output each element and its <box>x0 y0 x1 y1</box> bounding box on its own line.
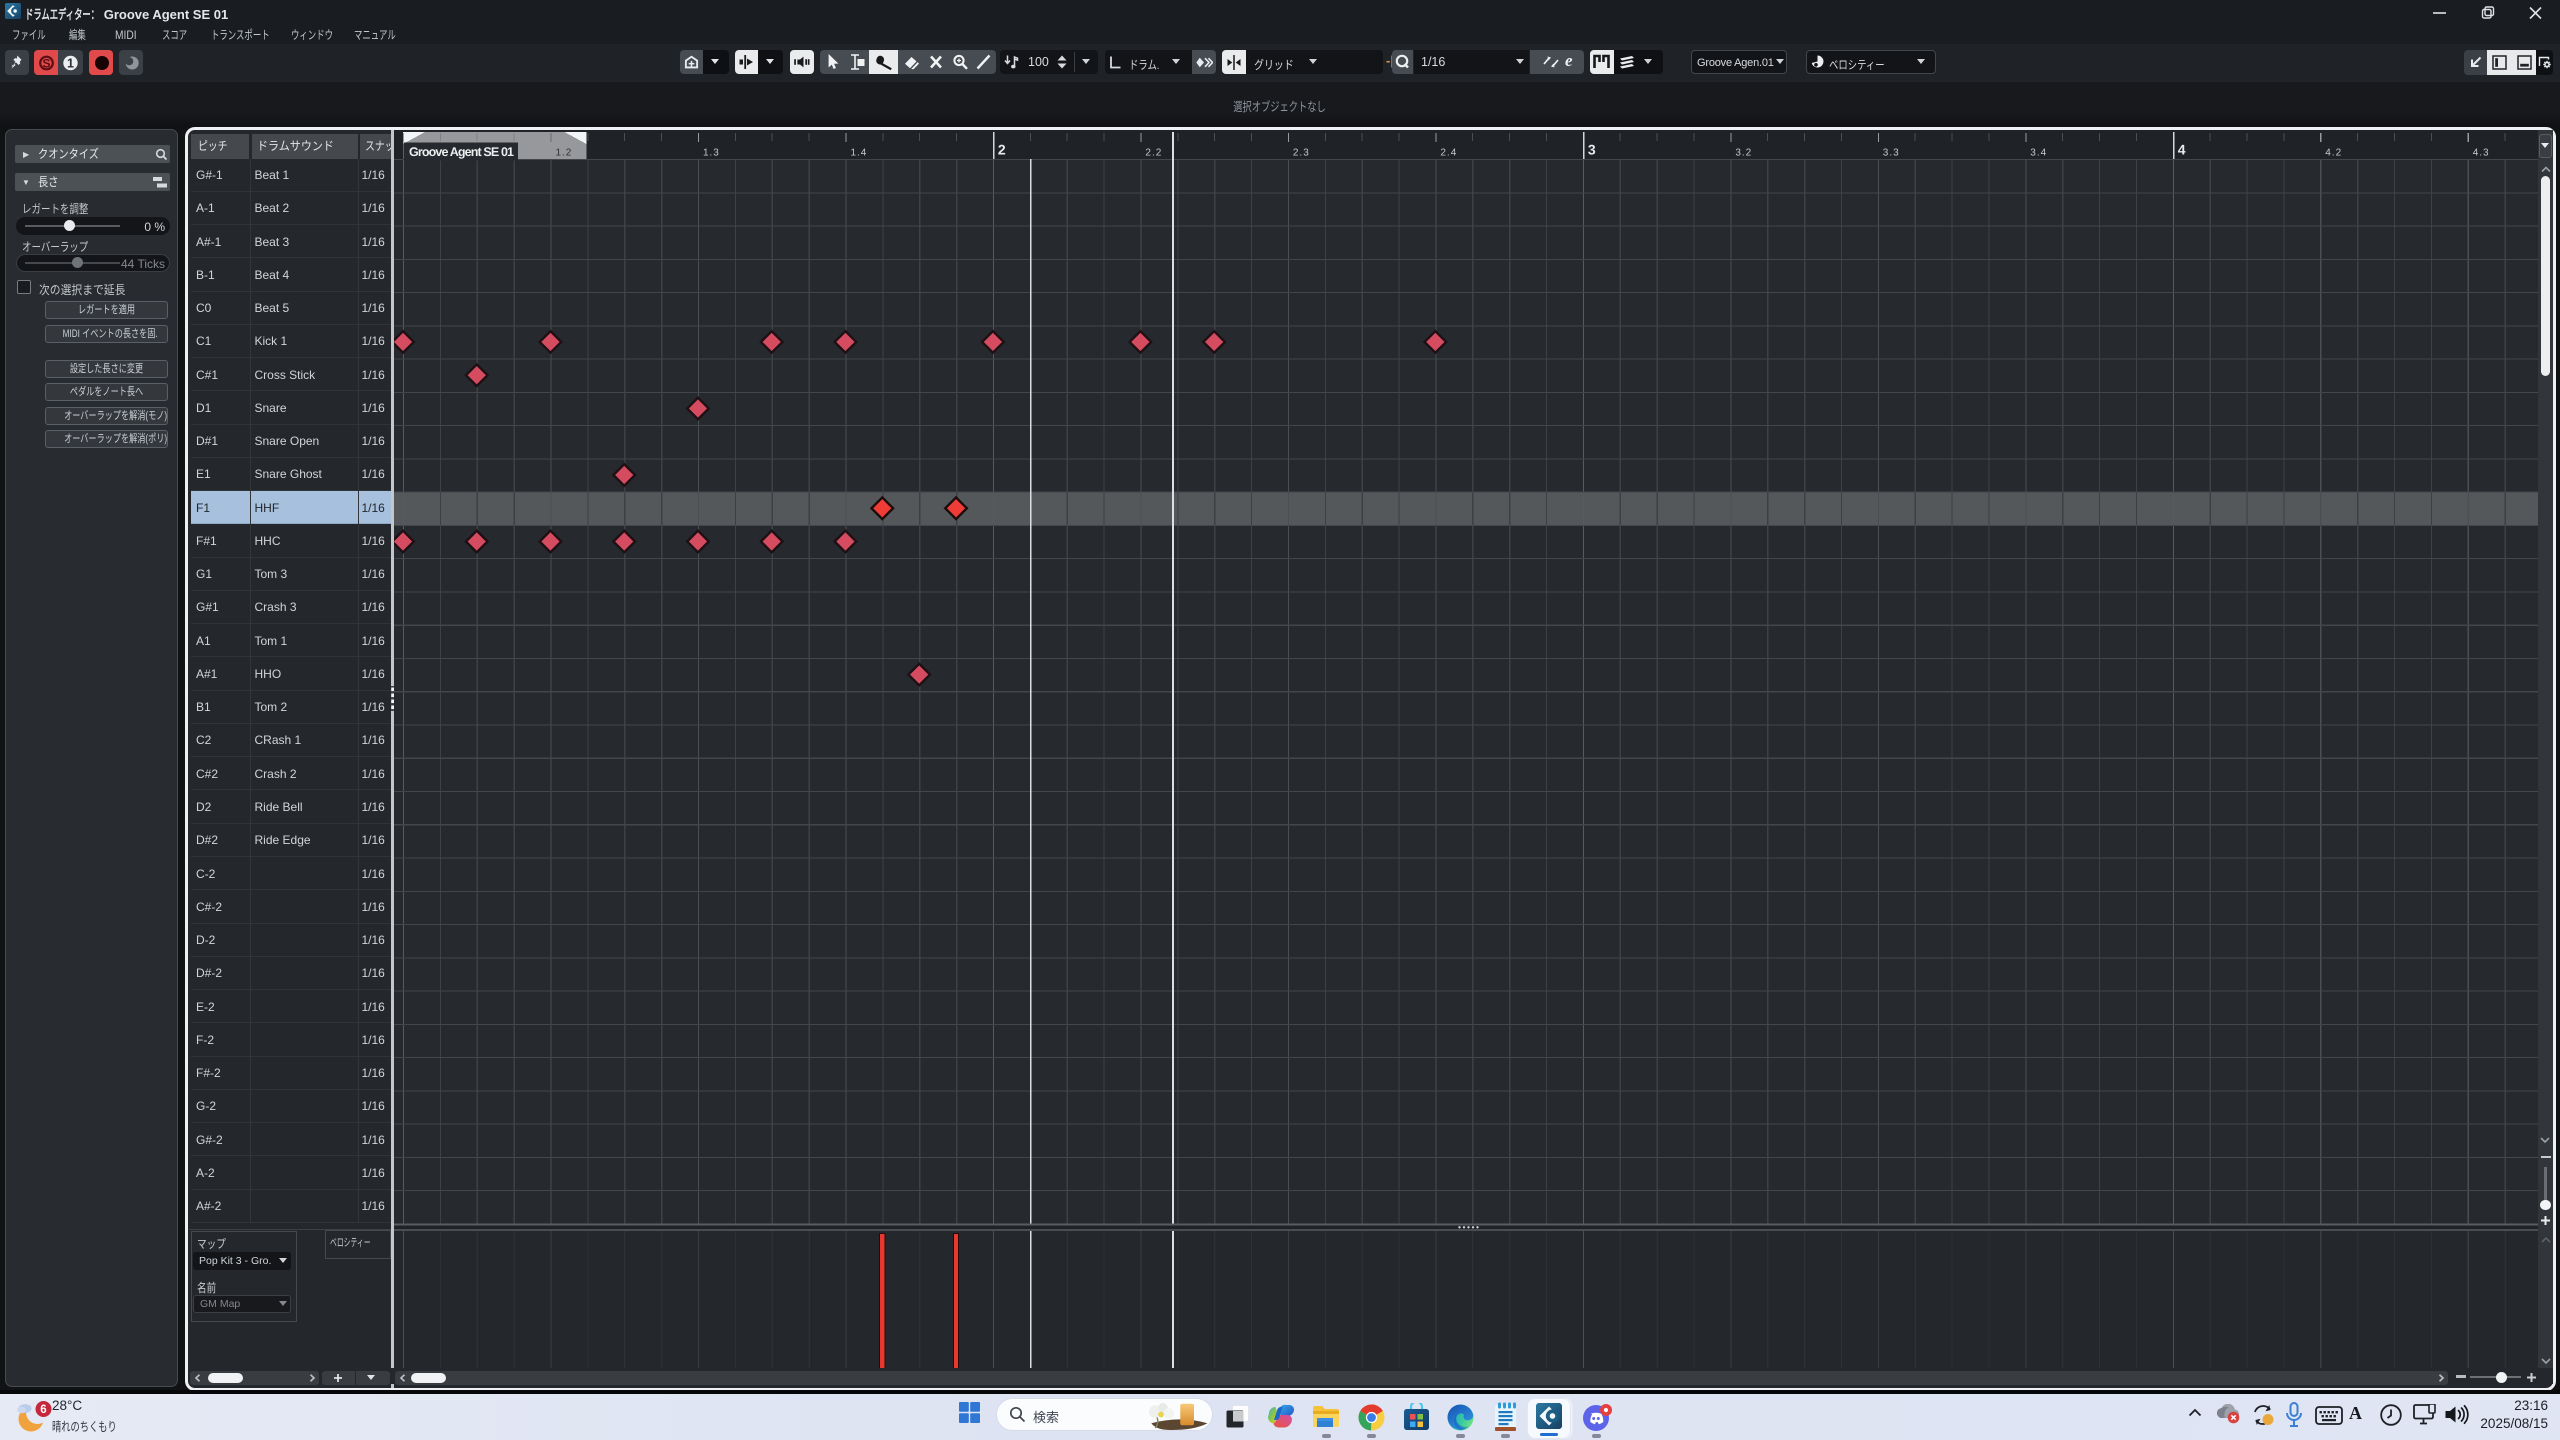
svg-text:2.4: 2.4 <box>1440 147 1457 158</box>
svg-text:3: 3 <box>1587 141 1595 157</box>
svg-text:3.3: 3.3 <box>1882 147 1899 158</box>
svg-text:4.2: 4.2 <box>2325 147 2342 158</box>
svg-text:2.2: 2.2 <box>1145 147 1162 158</box>
svg-text:3.4: 3.4 <box>2030 147 2047 158</box>
svg-text:3.2: 3.2 <box>1735 147 1752 158</box>
svg-text:4.3: 4.3 <box>2472 147 2489 158</box>
svg-text:1: 1 <box>67 56 74 70</box>
svg-text:2.3: 2.3 <box>1292 147 1309 158</box>
svg-text:Groove Agent SE 01: Groove Agent SE 01 <box>409 145 514 159</box>
svg-text:4: 4 <box>2177 141 2185 157</box>
svg-text:S: S <box>42 56 50 70</box>
svg-text:1.3: 1.3 <box>702 147 719 158</box>
svg-text:1.2: 1.2 <box>555 147 572 158</box>
svg-text:2: 2 <box>997 141 1005 157</box>
svg-text:1.4: 1.4 <box>850 147 867 158</box>
svg-text:6: 6 <box>40 1404 46 1416</box>
